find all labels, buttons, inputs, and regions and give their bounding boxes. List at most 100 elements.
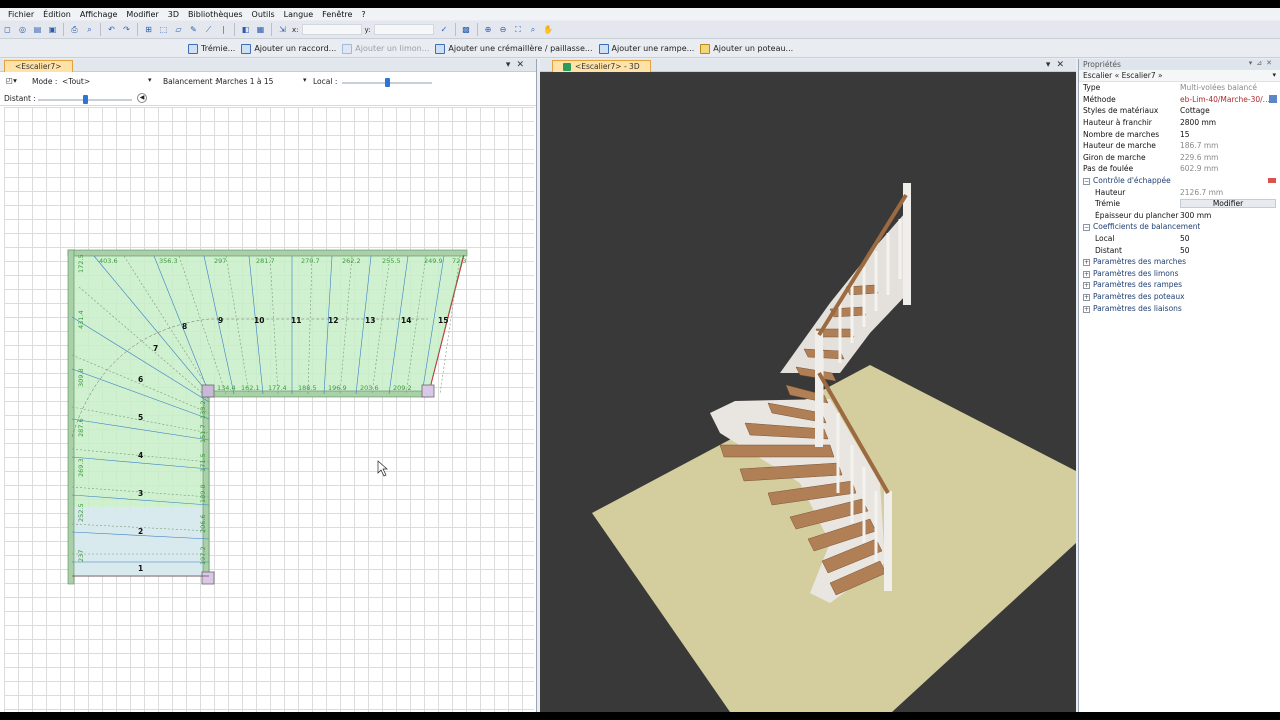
menu-fichier[interactable]: Fichier [8,10,34,19]
undo-icon[interactable]: ↶ [105,23,118,36]
new-icon[interactable]: ◻ [1,23,14,36]
3d-viewport[interactable] [540,73,1076,712]
prop-row-hauteur-marche[interactable]: Hauteur de marche 186.7 mm [1079,140,1280,152]
zoom-extents-icon[interactable]: ⛶ [512,23,525,36]
section-controle-echappee[interactable]: − Contrôle d'échappée [1079,175,1280,187]
window-icon[interactable]: ▦ [254,23,267,36]
zoom-in-icon[interactable]: ⊕ [482,23,495,36]
grid-icon[interactable]: ▩ [460,23,473,36]
mode-chevron-down-icon[interactable]: ▾ [148,76,152,84]
prop-value: 15 [1180,129,1190,139]
web-icon[interactable]: ◎ [16,23,29,36]
zoom-window-icon[interactable]: ⌕ [527,23,540,36]
tab-label: <Escalier7> - 3D [575,62,640,71]
prop-row-hauteur-franchir[interactable]: Hauteur à franchir 2800 mm [1079,117,1280,129]
close-icon[interactable]: ✕ [1056,60,1070,70]
prop-row-pas-foulee[interactable]: Pas de foulée 602.9 mm [1079,163,1280,175]
tab-escalier7-plan[interactable]: <Escalier7> [4,60,73,72]
chevron-down-icon[interactable]: ▾ [1272,71,1276,79]
menu-modifier[interactable]: Modifier [126,10,158,19]
save-icon[interactable]: ▣ [46,23,59,36]
balancement-chevron-down-icon[interactable]: ▾ [303,76,307,84]
menu-edition[interactable]: Édition [43,10,71,19]
distant-slider-thumb[interactable] [83,95,88,104]
prop-row-hauteur[interactable]: Hauteur 2126.7 mm [1079,186,1280,198]
expand-plus-icon[interactable]: + [1083,259,1090,267]
section-parametres-liaisons[interactable]: + Paramètres des liaisons [1079,302,1280,314]
menu-3d[interactable]: 3D [168,10,179,19]
limon-button[interactable]: Ajouter un limon... [342,42,429,56]
section-parametres-marches[interactable]: + Paramètres des marches [1079,256,1280,268]
expand-plus-icon[interactable]: + [1083,282,1090,290]
zoom-out-icon[interactable]: ⊖ [497,23,510,36]
y-coordinate-field[interactable] [373,24,434,35]
section-parametres-rampes[interactable]: + Paramètres des rampes [1079,279,1280,291]
section-parametres-limons[interactable]: + Paramètres des limons [1079,268,1280,280]
menu-bibliotheques[interactable]: Bibliothèques [188,10,243,19]
separator [63,23,64,36]
post-top-end[interactable] [421,384,435,398]
menu-affichage[interactable]: Affichage [80,10,118,19]
prop-row-type[interactable]: Type Multi-volées balancé [1079,82,1280,94]
object-selector[interactable]: Escalier « Escalier7 » ▾ [1079,70,1280,82]
prop-row-distant[interactable]: Distant 50 [1079,244,1280,256]
pin-icon[interactable]: ⊿ [1256,59,1266,67]
prop-row-giron[interactable]: Giron de marche 229.6 mm [1079,152,1280,164]
tab-escalier7-3d[interactable]: <Escalier7> - 3D [552,60,651,72]
collapse-minus-icon[interactable]: − [1083,178,1090,186]
mode-select[interactable]: <Tout> [62,77,156,86]
tremie-button[interactable]: Trémie... [188,42,235,56]
prop-key: Épaisseur du plancher [1095,210,1179,220]
expand-plus-icon[interactable]: + [1083,305,1090,313]
view3d-icon[interactable]: ◧ [239,23,252,36]
prop-row-nombre-marches[interactable]: Nombre de marches 15 [1079,128,1280,140]
stair-tool-icon[interactable]: ⊞ [142,23,155,36]
redo-icon[interactable]: ↷ [120,23,133,36]
prop-row-local[interactable]: Local 50 [1079,233,1280,245]
dropdown-icon[interactable]: ▾ [506,60,517,70]
menu-fenetre[interactable]: Fenêtre [322,10,352,19]
balancement-select[interactable]: Marches 1 à 15 [216,77,273,86]
modifier-tremie-button[interactable]: Modifier [1180,199,1276,209]
prop-row-tremie[interactable]: Trémie Modifier [1079,198,1280,210]
draw-icon[interactable]: ✎ [187,23,200,36]
close-icon[interactable]: ✕ [1266,59,1276,67]
coord-icon[interactable]: ⇲ [276,23,289,36]
plan-options-icon[interactable]: ◰▾ [6,76,17,85]
post-inner-corner[interactable] [201,384,215,398]
collapse-arrow-icon[interactable]: ◀ [137,93,147,103]
print-icon[interactable]: ⎙ [68,23,81,36]
post-bottom-start[interactable] [201,571,215,585]
x-coordinate-field[interactable] [301,24,362,35]
menu-help[interactable]: ? [361,10,365,19]
section-parametres-poteaux[interactable]: + Paramètres des poteaux [1079,291,1280,303]
close-icon[interactable]: ✕ [516,60,530,70]
browse-icon[interactable] [1269,95,1277,104]
open-icon[interactable]: ▤ [31,23,44,36]
tremie-icon [188,43,198,54]
collapse-minus-icon[interactable]: − [1083,224,1090,232]
cremaillere-button[interactable]: Ajouter une crémaillère / paillasse... [435,42,593,56]
select-icon[interactable]: ⬚ [157,23,170,36]
dropdown-icon[interactable]: ▾ [1046,60,1057,70]
prop-row-methode[interactable]: Méthode eb-Lim-40/Marche-30/... [1079,94,1280,106]
expand-plus-icon[interactable]: + [1083,270,1090,278]
rampe-button[interactable]: Ajouter une rampe... [598,42,694,56]
local-slider-thumb[interactable] [385,78,390,87]
tab-label: <Escalier7> [15,62,62,71]
stair-plan-canvas[interactable]: 1 2 3 4 5 6 7 8 9 10 11 12 13 14 15 403.… [4,107,534,712]
expand-plus-icon[interactable]: + [1083,293,1090,301]
section-coefficients[interactable]: − Coefficients de balancement [1079,221,1280,233]
menu-outils[interactable]: Outils [252,10,275,19]
measure-icon[interactable]: ⟋ [202,23,215,36]
line-icon[interactable]: ∣ [217,23,230,36]
raccord-button[interactable]: Ajouter un raccord... [241,42,336,56]
prop-row-styles[interactable]: Styles de matériaux Cottage [1079,105,1280,117]
pan-hand-icon[interactable]: ✋ [542,23,555,36]
wall-icon[interactable]: ▱ [172,23,185,36]
print-preview-icon[interactable]: ⌕ [83,23,96,36]
poteau-button[interactable]: Ajouter un poteau... [700,42,793,56]
prop-row-epaisseur[interactable]: Épaisseur du plancher 300 mm [1079,210,1280,222]
menu-langue[interactable]: Langue [284,10,314,19]
confirm-icon[interactable]: ✓ [438,23,451,36]
